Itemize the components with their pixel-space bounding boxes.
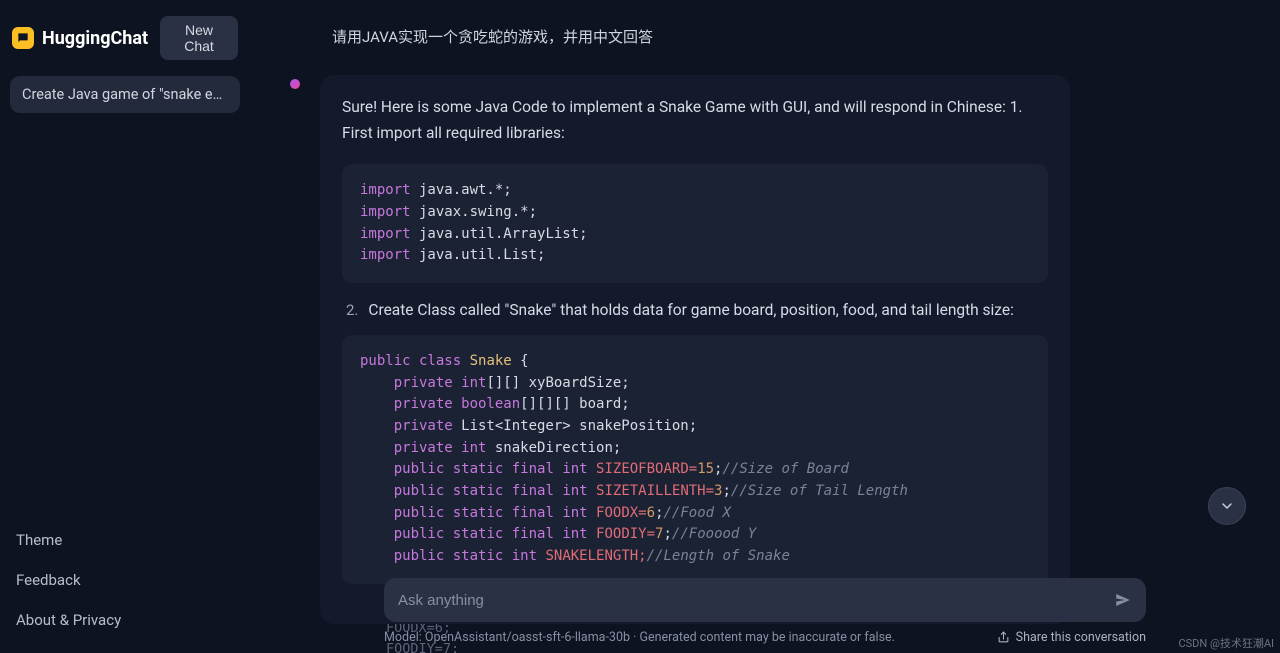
main: 请用JAVA实现一个贪吃蛇的游戏，并用中文回答 Sure! Here is so… xyxy=(250,0,1280,653)
new-chat-button[interactable]: New Chat xyxy=(160,16,238,60)
meta-row: Model: OpenAssistant/oasst-sft-6-llama-3… xyxy=(384,630,1146,645)
user-message: 请用JAVA实现一个贪吃蛇的游戏，并用中文回答 xyxy=(290,24,1070,75)
assistant-intro: Sure! Here is some Java Code to implemen… xyxy=(342,95,1048,146)
share-label: Share this conversation xyxy=(1016,630,1146,645)
model-info: Model: OpenAssistant/oasst-sft-6-llama-3… xyxy=(384,630,895,645)
send-button[interactable] xyxy=(1114,591,1132,609)
sidebar: HuggingChat New Chat Create Java game of… xyxy=(0,0,250,653)
share-icon xyxy=(997,631,1010,644)
conversation-item[interactable]: Create Java game of "snake eati... xyxy=(10,76,240,113)
send-icon xyxy=(1114,591,1132,609)
step-text: Create Class called "Snake" that holds d… xyxy=(368,301,1013,319)
sidebar-header: HuggingChat New Chat xyxy=(10,12,240,70)
scroll-to-bottom-button[interactable] xyxy=(1208,487,1246,525)
about-privacy-link[interactable]: About & Privacy xyxy=(14,605,236,635)
chat-column: 请用JAVA实现一个贪吃蛇的游戏，并用中文回答 Sure! Here is so… xyxy=(290,24,1070,653)
brand-icon xyxy=(12,27,34,49)
brand-label: HuggingChat xyxy=(42,28,148,49)
step-2: 2. Create Class called "Snake" that hold… xyxy=(346,301,1048,319)
brand[interactable]: HuggingChat xyxy=(12,27,148,49)
theme-link[interactable]: Theme xyxy=(14,525,236,555)
conversation-list: Create Java game of "snake eati... xyxy=(10,76,240,113)
composer-area: Model: OpenAssistant/oasst-sft-6-llama-3… xyxy=(250,578,1280,653)
share-conversation-link[interactable]: Share this conversation xyxy=(997,630,1146,645)
chevron-down-icon xyxy=(1219,498,1235,514)
sidebar-footer: Theme Feedback About & Privacy xyxy=(10,519,240,643)
chat-scroll[interactable]: 请用JAVA实现一个贪吃蛇的游戏，并用中文回答 Sure! Here is so… xyxy=(250,0,1280,653)
code-block-class: public class Snake { private int[][] xyB… xyxy=(342,335,1048,584)
assistant-avatar-icon xyxy=(290,79,300,89)
watermark: CSDN @技术狂潮AI xyxy=(1178,635,1274,651)
message-input[interactable] xyxy=(398,592,1104,609)
assistant-bubble: Sure! Here is some Java Code to implemen… xyxy=(320,75,1070,624)
composer xyxy=(384,578,1146,622)
assistant-message: Sure! Here is some Java Code to implemen… xyxy=(290,75,1070,624)
step-number: 2. xyxy=(346,301,358,319)
code-block-imports: import java.awt.*; import javax.swing.*;… xyxy=(342,164,1048,283)
feedback-link[interactable]: Feedback xyxy=(14,565,236,595)
